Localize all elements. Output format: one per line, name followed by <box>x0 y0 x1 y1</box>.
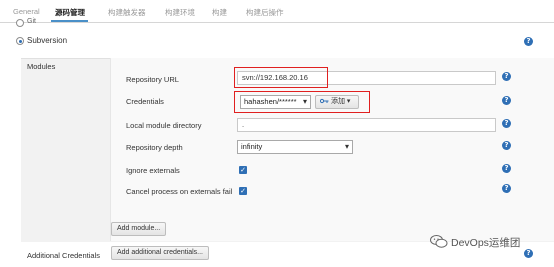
repository-depth-help-icon[interactable]: ? <box>502 141 511 150</box>
tab-post-build-actions[interactable]: 构建后操作 <box>246 7 284 18</box>
credentials-label: Credentials <box>126 97 164 106</box>
tab-general[interactable]: General <box>13 7 40 16</box>
git-radio-label: Git <box>27 18 36 25</box>
repository-depth-value: infinity <box>241 142 263 151</box>
tab-build[interactable]: 构建 <box>212 7 227 18</box>
additional-credentials-label: Additional Credentials <box>27 251 100 260</box>
cancel-process-label: Cancel process on externals fail <box>126 187 233 196</box>
subversion-radio[interactable] <box>16 37 24 45</box>
credentials-highlight <box>234 91 370 113</box>
local-module-directory-label: Local module directory <box>126 121 202 130</box>
tab-source-code-management[interactable]: 源码管理 <box>55 7 85 18</box>
modules-section-label: Modules <box>27 62 56 71</box>
ignore-externals-label: Ignore externals <box>126 166 180 175</box>
watermark-text: DevOps运维团 <box>451 237 521 249</box>
additional-credentials-help-icon[interactable]: ? <box>524 249 533 258</box>
repository-depth-label: Repository depth <box>126 143 183 152</box>
add-module-button[interactable]: Add module... <box>111 222 167 236</box>
local-module-directory-input[interactable]: . <box>237 118 496 132</box>
git-radio[interactable] <box>16 19 24 27</box>
chevron-down-icon: ▾ <box>344 142 349 151</box>
local-module-directory-help-icon[interactable]: ? <box>502 119 511 128</box>
credentials-help-icon[interactable]: ? <box>502 96 511 105</box>
active-tab-indicator <box>51 20 88 22</box>
wechat-icon <box>430 235 448 248</box>
repository-url-label: Repository URL <box>126 75 179 84</box>
repository-url-help-icon[interactable]: ? <box>502 72 511 81</box>
add-additional-credentials-button[interactable]: Add additional credentials... <box>111 246 209 260</box>
cancel-process-help-icon[interactable]: ? <box>502 184 511 193</box>
ignore-externals-checkbox[interactable]: ✓ <box>239 166 247 174</box>
ignore-externals-help-icon[interactable]: ? <box>502 164 511 173</box>
cancel-process-checkbox[interactable]: ✓ <box>239 187 247 195</box>
tab-build-triggers[interactable]: 构建触发器 <box>108 7 146 18</box>
tab-build-environment[interactable]: 构建环境 <box>165 7 195 18</box>
repository-depth-select[interactable]: infinity ▾ <box>237 140 353 154</box>
subversion-help-icon[interactable]: ? <box>524 37 533 46</box>
subversion-radio-label: Subversion <box>27 36 68 45</box>
repository-url-highlight <box>234 67 328 88</box>
